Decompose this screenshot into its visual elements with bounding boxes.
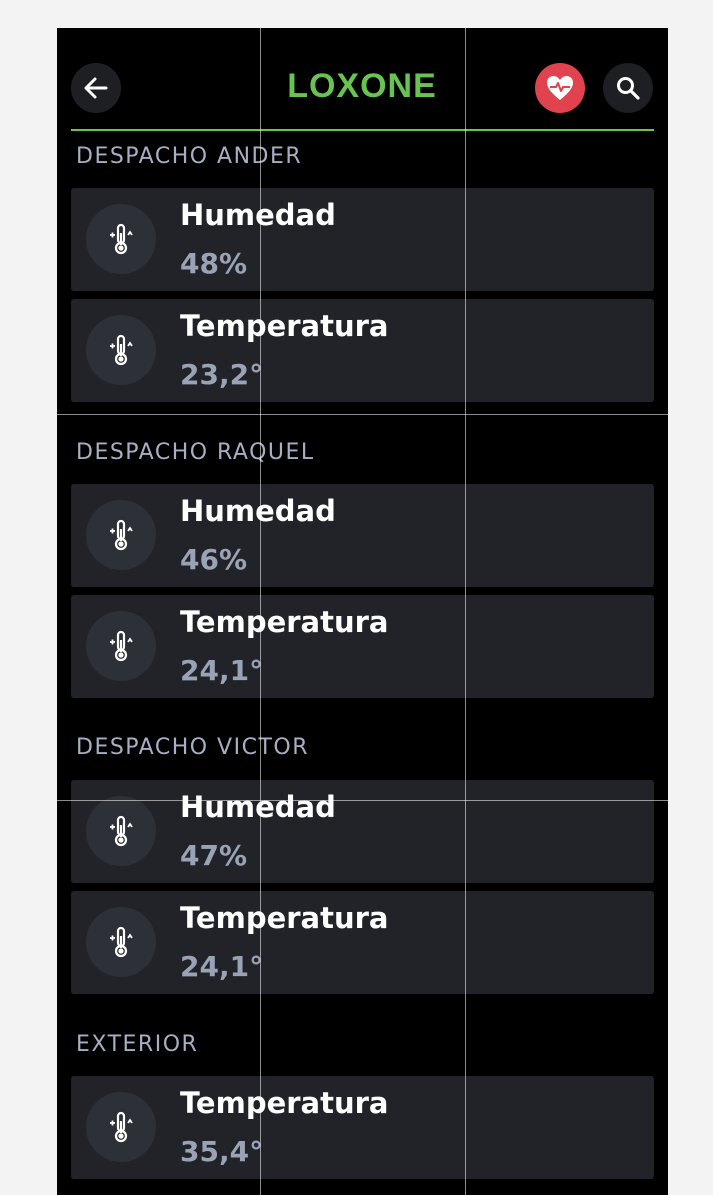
header-divider <box>71 129 654 131</box>
guide-line <box>465 28 466 1195</box>
loxone-logo: LOXONE <box>287 67 437 105</box>
sensor-card[interactable]: Temperatura 24,1° <box>71 891 654 994</box>
sensor-card[interactable]: Temperatura 35,4° <box>71 1076 654 1179</box>
sensor-value: 47% <box>180 839 248 872</box>
top-bar: LOXONE <box>57 63 668 123</box>
search-icon <box>617 77 640 100</box>
thermometer-icon <box>86 500 156 570</box>
health-button[interactable] <box>535 63 585 113</box>
sensor-value: 23,2° <box>180 358 264 391</box>
sensor-card[interactable]: Humedad 48% <box>71 188 654 291</box>
sensor-label: Humedad <box>180 790 336 824</box>
sensor-label: Temperatura <box>180 605 389 639</box>
thermometer-icon <box>86 204 156 274</box>
thermometer-icon <box>86 611 156 681</box>
guide-line <box>260 28 261 1195</box>
search-button[interactable] <box>603 63 653 113</box>
section-title: EXTERIOR <box>76 1032 199 1057</box>
section-title: DESPACHO RAQUEL <box>76 440 315 465</box>
sensor-value: 24,1° <box>180 950 264 983</box>
thermometer-icon <box>86 1092 156 1162</box>
sensor-label: Temperatura <box>180 309 389 343</box>
heart-pulse-icon <box>547 76 573 100</box>
sensor-label: Humedad <box>180 198 336 232</box>
sensor-label: Temperatura <box>180 1086 389 1120</box>
sensor-value: 35,4° <box>180 1135 264 1168</box>
sensor-card[interactable]: Temperatura 23,2° <box>71 299 654 402</box>
section-title: DESPACHO ANDER <box>76 144 303 169</box>
sensor-value: 46% <box>180 543 248 576</box>
guide-line <box>57 800 668 801</box>
sensor-card[interactable]: Temperatura 24,1° <box>71 595 654 698</box>
sensor-card[interactable]: Humedad 46% <box>71 484 654 587</box>
arrow-left-icon <box>84 77 108 99</box>
thermometer-icon <box>86 907 156 977</box>
section-title: DESPACHO VICTOR <box>76 735 309 760</box>
sensor-value: 48% <box>180 247 248 280</box>
sensor-label: Humedad <box>180 494 336 528</box>
thermometer-icon <box>86 315 156 385</box>
sensor-label: Temperatura <box>180 901 389 935</box>
sensor-value: 24,1° <box>180 654 264 687</box>
sensor-card[interactable]: Humedad 47% <box>71 780 654 883</box>
thermometer-icon <box>86 796 156 866</box>
app-screen: LOXONE DESPACHO ANDER Humedad 48% Temper… <box>57 28 668 1195</box>
guide-line <box>57 414 668 415</box>
back-button[interactable] <box>71 63 121 113</box>
